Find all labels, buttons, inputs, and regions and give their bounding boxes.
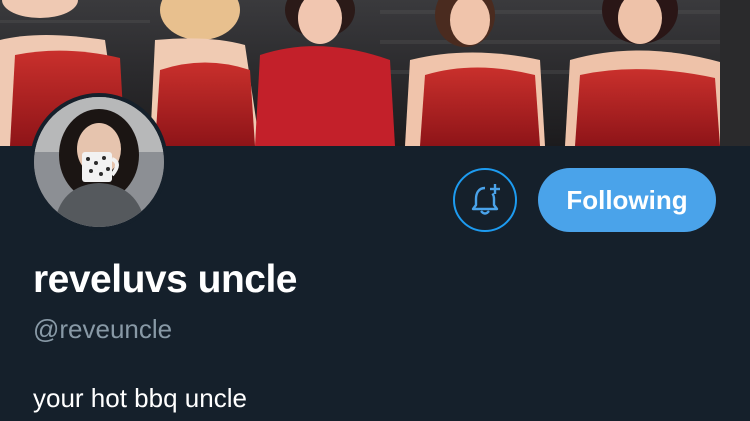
following-button[interactable]: Following xyxy=(538,168,716,232)
profile-bio: your hot bbq uncle xyxy=(33,383,247,413)
profile-screen: Following reveluvs uncle @reveuncle your… xyxy=(0,0,750,421)
notifications-button[interactable] xyxy=(453,168,517,232)
bell-plus-icon xyxy=(471,184,500,215)
avatar[interactable] xyxy=(30,93,168,231)
display-name: reveluvs uncle xyxy=(33,258,297,301)
user-handle: @reveuncle xyxy=(33,314,173,344)
